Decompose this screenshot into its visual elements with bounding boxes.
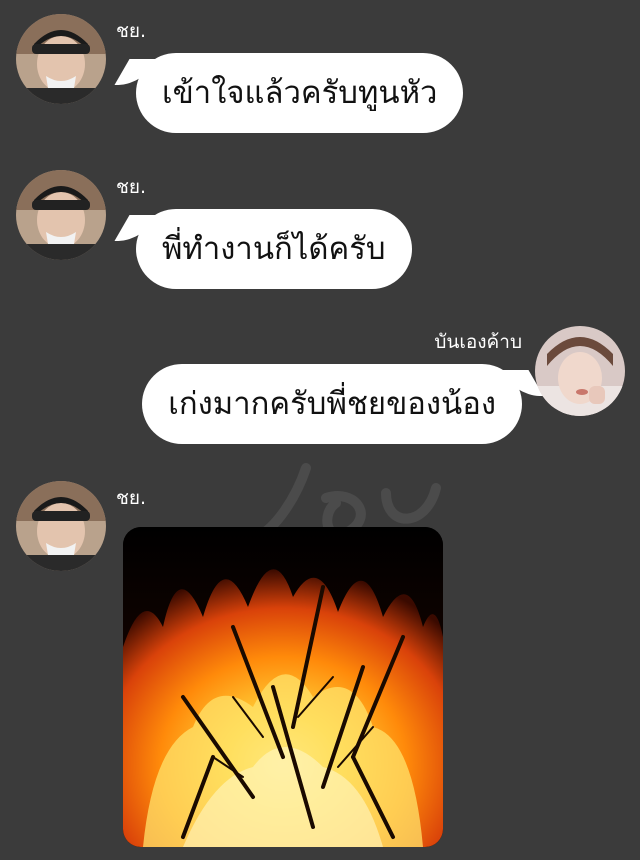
sender-name: ชย. (116, 20, 147, 42)
sender-name: ชย. (116, 176, 147, 198)
bonfire-photo[interactable] (123, 527, 443, 847)
avatar-sender-1[interactable] (16, 14, 106, 104)
message-bubble[interactable]: พี่ทำงานก็ได้ครับ (136, 209, 412, 289)
avatar-sender-3[interactable] (535, 326, 625, 416)
message-bubble[interactable]: เข้าใจแล้วครับทูนหัว (136, 53, 464, 133)
message-bubble[interactable]: เก่งมากครับพี่ชยของน้อง (142, 364, 522, 444)
avatar-sender-4[interactable] (16, 481, 106, 571)
sender-name: ชย. (116, 487, 147, 509)
avatar-sender-2[interactable] (16, 170, 106, 260)
sender-name: บันเองค้าบ (434, 331, 522, 353)
chat-view: ชย. เข้าใจแล้วครับทูนหัว ชย. พี่ทำงานก็ไ… (0, 0, 640, 860)
